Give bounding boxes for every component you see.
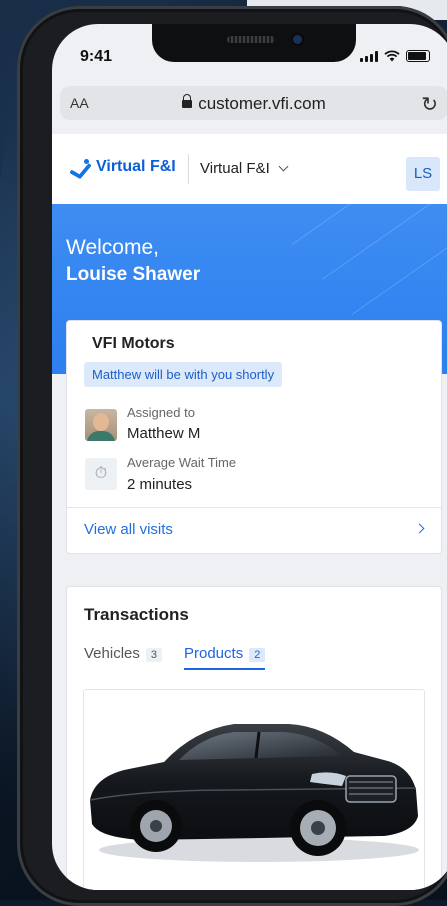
transactions-card: Transactions Vehicles 3 Products 2 — [66, 586, 442, 890]
assigned-label: Assigned to — [127, 405, 195, 420]
tab-label: Vehicles — [84, 645, 140, 662]
dealer-name: VFI Motors — [92, 335, 175, 352]
timer-icon: ⏱ — [85, 458, 117, 490]
status-icons — [360, 50, 430, 62]
tab-count: 2 — [249, 648, 266, 662]
wait-time-value: 2 minutes — [127, 476, 193, 493]
vehicle-image — [89, 724, 419, 862]
tab-vehicles[interactable]: Vehicles 3 — [84, 645, 162, 662]
phone-frame: 9:41 AA customer.vfi.com ↻ Virtual F&I V… — [17, 6, 447, 906]
chevron-right-icon[interactable] — [414, 523, 425, 534]
agent-avatar — [85, 409, 117, 441]
banner-decor-line — [321, 204, 447, 280]
wifi-icon — [384, 50, 400, 62]
app-header: Virtual F&I Virtual F&I LS — [52, 134, 447, 204]
welcome-user-name: Louise Shawer — [66, 264, 201, 285]
org-name: Virtual F&I — [200, 160, 270, 177]
user-avatar[interactable]: LS — [406, 157, 440, 191]
header-divider — [188, 154, 189, 184]
assigned-value: Matthew M — [127, 425, 201, 442]
welcome-greeting: Welcome, — [66, 236, 159, 259]
url-text: customer.vfi.com — [198, 94, 326, 113]
org-switcher[interactable]: Virtual F&I — [200, 160, 289, 177]
reload-icon[interactable]: ↻ — [421, 92, 438, 117]
wait-time-label: Average Wait Time — [127, 455, 237, 470]
view-all-visits-link[interactable]: View all visits — [84, 521, 173, 538]
visit-card: VFI Motors Matthew will be with you shor… — [66, 320, 442, 554]
status-time: 9:41 — [80, 48, 113, 65]
vfi-logo-icon — [74, 159, 90, 175]
transactions-title: Transactions — [84, 605, 189, 624]
banner-decor-line — [351, 204, 447, 315]
card-divider — [67, 507, 441, 508]
banner-decor-line — [291, 204, 447, 245]
speaker-grille — [227, 36, 275, 43]
vehicle-image-card[interactable] — [83, 689, 425, 890]
url-display[interactable]: customer.vfi.com — [60, 94, 447, 114]
camera-icon — [293, 35, 302, 44]
tab-count: 3 — [145, 648, 162, 662]
cellular-signal-icon — [360, 51, 378, 62]
tab-products[interactable]: Products 2 — [184, 645, 266, 670]
battery-icon — [406, 50, 430, 62]
brand-logo[interactable]: Virtual F&I — [74, 158, 176, 176]
chevron-down-icon — [278, 161, 289, 172]
status-badge: Matthew will be with you shortly — [84, 362, 283, 387]
lock-icon — [182, 94, 193, 108]
brand-logo-text: Virtual F&I — [96, 158, 176, 175]
tab-label: Products — [184, 645, 244, 662]
browser-url-bar[interactable]: AA customer.vfi.com ↻ — [60, 86, 447, 120]
phone-notch — [152, 24, 356, 62]
phone-screen: 9:41 AA customer.vfi.com ↻ Virtual F&I V… — [52, 24, 447, 890]
